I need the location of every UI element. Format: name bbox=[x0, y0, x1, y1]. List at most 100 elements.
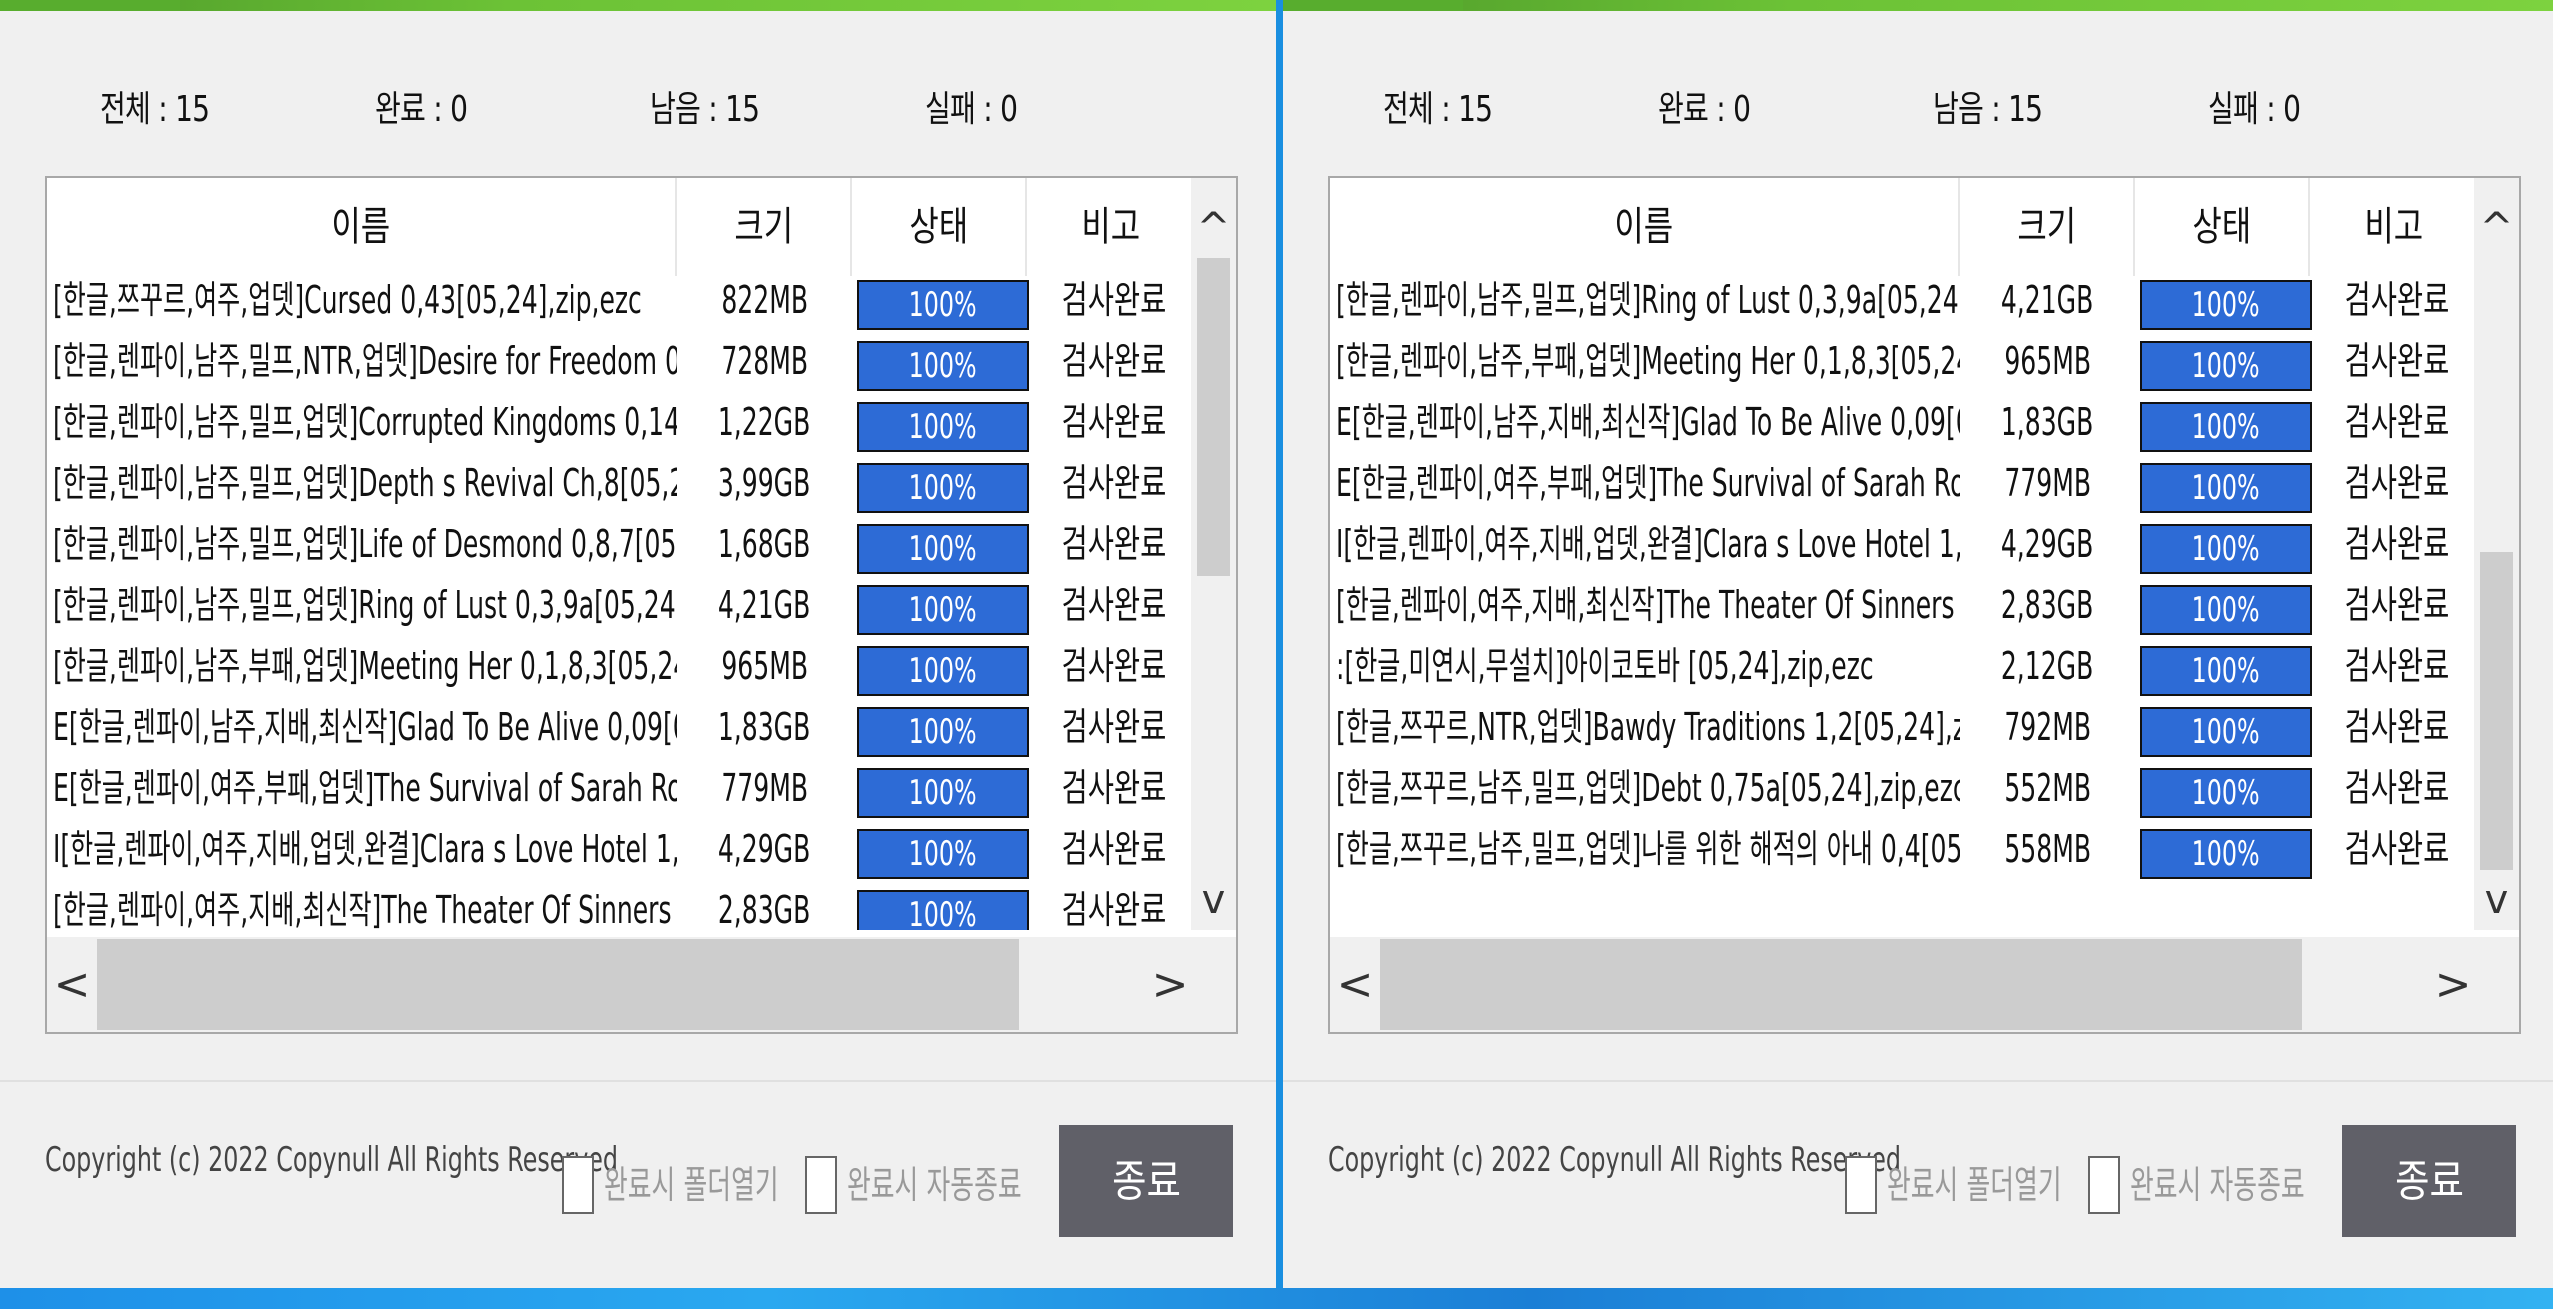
column-header-size[interactable]: 크기 bbox=[1960, 178, 2135, 276]
column-header-name[interactable]: 이름 bbox=[47, 178, 677, 276]
scroll-up-arrow-icon[interactable]: ^ bbox=[2474, 198, 2519, 258]
column-header-note[interactable]: 비고 bbox=[2310, 178, 2478, 276]
progress-percent: 100% bbox=[2191, 407, 2261, 447]
status-progress-bar: 100% bbox=[857, 585, 1029, 635]
scroll-up-arrow-icon[interactable]: ^ bbox=[1191, 198, 1236, 258]
table-row[interactable]: [한글,렌파이,남주,밀프,NTR,업뎃]Desire for Freedom … bbox=[47, 331, 1195, 392]
file-size-cell: 728MB bbox=[721, 339, 808, 383]
table-row[interactable]: E[한글,렌파이,남주,지배,최신작]Glad To Be Alive 0,09… bbox=[1330, 392, 2478, 453]
note-cell: 검사완료 bbox=[2344, 827, 2449, 871]
scroll-down-arrow-icon[interactable]: v bbox=[2474, 870, 2519, 930]
status-progress-bar: 100% bbox=[857, 341, 1029, 391]
horizontal-scrollbar[interactable]: < > bbox=[1330, 937, 2478, 1032]
horizontal-scroll-thumb[interactable] bbox=[1380, 939, 2303, 1030]
file-list[interactable]: 이름 크기 상태 비고 [한글,쯔꾸르,여주,업뎃]Cursed 0,43[05… bbox=[45, 176, 1238, 1034]
table-row[interactable]: I[한글,렌파이,여주,지배,업뎃,완결]Clara s Love Hotel … bbox=[47, 819, 1195, 880]
column-header-status[interactable]: 상태 bbox=[852, 178, 1027, 276]
progress-percent: 100% bbox=[908, 712, 978, 752]
checkbox-box[interactable] bbox=[805, 1156, 837, 1214]
file-size-cell: 4,29GB bbox=[2001, 522, 2094, 566]
scroll-left-arrow-icon[interactable]: < bbox=[47, 937, 97, 1032]
note-cell: 검사완료 bbox=[2344, 339, 2449, 383]
checkbox-box[interactable] bbox=[2088, 1156, 2120, 1214]
close-button[interactable]: 종료 bbox=[2342, 1125, 2516, 1237]
stat-complete: 완료 : 0 bbox=[375, 89, 468, 130]
table-row[interactable]: [한글,렌파이,남주,밀프,업뎃]Life of Desmond 0,8,7[0… bbox=[47, 514, 1195, 575]
vertical-scroll-thumb[interactable] bbox=[1197, 258, 1230, 577]
table-row[interactable]: [한글,쯔꾸르,NTR,업뎃]Bawdy Traditions 1,2[05,2… bbox=[1330, 697, 2478, 758]
file-size-cell: 4,21GB bbox=[2001, 278, 2094, 322]
horizontal-scroll-thumb[interactable] bbox=[97, 939, 1020, 1030]
table-row[interactable]: [한글,렌파이,남주,밀프,업뎃]Ring of Lust 0,3,9a[05,… bbox=[1330, 270, 2478, 331]
column-header-status[interactable]: 상태 bbox=[2135, 178, 2310, 276]
file-name-cell: [한글,쯔꾸르,남주,밀프,업뎃]Debt 0,75a[05,24],zip,e… bbox=[1336, 766, 1960, 810]
table-row[interactable]: [한글,렌파이,남주,부패,업뎃]Meeting Her 0,1,8,3[05,… bbox=[1330, 331, 2478, 392]
progress-percent: 100% bbox=[908, 285, 978, 325]
status-progress-bar: 100% bbox=[857, 402, 1029, 452]
vertical-scrollbar[interactable]: ^ v bbox=[2474, 178, 2519, 930]
list-header: 이름 크기 상태 비고 bbox=[1330, 178, 2478, 276]
table-row[interactable]: [한글,렌파이,남주,밀프,업뎃]Depth s Revival Ch,8[05… bbox=[47, 453, 1195, 514]
file-name-cell: [한글,쯔꾸르,여주,업뎃]Cursed 0,43[05,24],zip,ezc bbox=[53, 278, 642, 322]
file-name-cell: [한글,렌파이,남주,밀프,업뎃]Ring of Lust 0,3,9a[05,… bbox=[53, 583, 677, 627]
file-list[interactable]: 이름 크기 상태 비고 [한글,렌파이,남주,밀프,업뎃]Ring of Lus… bbox=[1328, 176, 2521, 1034]
table-row[interactable]: E[한글,렌파이,여주,부패,업뎃]The Survival of Sarah … bbox=[47, 758, 1195, 819]
table-row[interactable]: [한글,쯔꾸르,여주,업뎃]Cursed 0,43[05,24],zip,ezc… bbox=[47, 270, 1195, 331]
file-size-cell: 965MB bbox=[721, 644, 808, 688]
table-row[interactable]: [한글,쯔꾸르,남주,밀프,업뎃]Debt 0,75a[05,24],zip,e… bbox=[1330, 758, 2478, 819]
file-size-cell: 3,99GB bbox=[718, 461, 811, 505]
note-cell: 검사완료 bbox=[2344, 400, 2449, 444]
table-row[interactable]: [한글,렌파이,여주,지배,최신작]The Theater Of Sinners… bbox=[47, 880, 1195, 930]
table-row[interactable]: E[한글,렌파이,여주,부패,업뎃]The Survival of Sarah … bbox=[1330, 453, 2478, 514]
column-header-name[interactable]: 이름 bbox=[1330, 178, 1960, 276]
table-row[interactable]: [한글,렌파이,남주,밀프,업뎃]Ring of Lust 0,3,9a[05,… bbox=[47, 575, 1195, 636]
file-name-cell: [한글,렌파이,남주,부패,업뎃]Meeting Her 0,1,8,3[05,… bbox=[1336, 339, 1960, 383]
file-size-cell: 779MB bbox=[721, 766, 808, 810]
file-name-cell: E[한글,렌파이,남주,지배,최신작]Glad To Be Alive 0,09… bbox=[1336, 400, 1960, 444]
vertical-scroll-thumb[interactable] bbox=[2480, 551, 2513, 870]
progress-percent: 100% bbox=[2191, 529, 2261, 569]
status-progress-bar: 100% bbox=[2140, 585, 2312, 635]
progress-percent: 100% bbox=[908, 590, 978, 630]
note-cell: 검사완료 bbox=[2344, 522, 2449, 566]
progress-percent: 100% bbox=[908, 346, 978, 386]
scroll-down-arrow-icon[interactable]: v bbox=[1191, 870, 1236, 930]
status-progress-bar: 100% bbox=[2140, 402, 2312, 452]
file-name-cell: [한글,렌파이,여주,지배,최신작]The Theater Of Sinners… bbox=[53, 888, 677, 930]
table-row[interactable]: [한글,렌파이,남주,부패,업뎃]Meeting Her 0,1,8,3[05,… bbox=[47, 636, 1195, 697]
file-name-cell: [한글,쯔꾸르,NTR,업뎃]Bawdy Traditions 1,2[05,2… bbox=[1336, 705, 1960, 749]
table-row[interactable]: E[한글,렌파이,남주,지배,최신작]Glad To Be Alive 0,09… bbox=[47, 697, 1195, 758]
stat-complete: 완료 : 0 bbox=[1658, 89, 1751, 130]
table-row[interactable]: :[한글,미연시,무설치]아이코토바 [05,24],zip,ezc 2,12GB… bbox=[1330, 636, 2478, 697]
checkbox-box[interactable] bbox=[1845, 1156, 1877, 1214]
note-cell: 검사완료 bbox=[1061, 644, 1166, 688]
file-size-cell: 558MB bbox=[2004, 827, 2091, 871]
column-header-note[interactable]: 비고 bbox=[1027, 178, 1195, 276]
status-progress-bar: 100% bbox=[2140, 524, 2312, 574]
close-button[interactable]: 종료 bbox=[1059, 1125, 1233, 1237]
vertical-scrollbar[interactable]: ^ v bbox=[1191, 178, 1236, 930]
file-name-cell: :[한글,미연시,무설치]아이코토바 [05,24],zip,ezc bbox=[1336, 644, 1874, 688]
status-progress-bar: 100% bbox=[2140, 829, 2312, 879]
scroll-right-arrow-icon[interactable]: > bbox=[2428, 937, 2478, 1032]
table-row[interactable]: [한글,렌파이,남주,밀프,업뎃]Corrupted Kingdoms 0,14… bbox=[47, 392, 1195, 453]
file-size-cell: 792MB bbox=[2004, 705, 2091, 749]
stats-bar: 전체 : 15 완료 : 0 남음 : 15 실패 : 0 bbox=[0, 80, 1276, 150]
progress-percent: 100% bbox=[908, 651, 978, 691]
stat-failed: 실패 : 0 bbox=[2208, 89, 2301, 130]
checkbox-box[interactable] bbox=[562, 1156, 594, 1214]
scroll-right-arrow-icon[interactable]: > bbox=[1145, 937, 1195, 1032]
stat-remaining: 남음 : 15 bbox=[1933, 89, 2043, 130]
note-cell: 검사완료 bbox=[2344, 766, 2449, 810]
table-row[interactable]: [한글,렌파이,여주,지배,최신작]The Theater Of Sinners… bbox=[1330, 575, 2478, 636]
table-row[interactable]: I[한글,렌파이,여주,지배,업뎃,완결]Clara s Love Hotel … bbox=[1330, 514, 2478, 575]
file-name-cell: I[한글,렌파이,여주,지배,업뎃,완결]Clara s Love Hotel … bbox=[1336, 522, 1960, 566]
status-progress-bar: 100% bbox=[2140, 463, 2312, 513]
status-progress-bar: 100% bbox=[857, 829, 1029, 879]
scroll-corner bbox=[1191, 937, 1236, 1032]
table-row[interactable]: [한글,쯔꾸르,남주,밀프,업뎃]나를 위한 해적의 아내 0,4[05, 558… bbox=[1330, 819, 2478, 880]
horizontal-scrollbar[interactable]: < > bbox=[47, 937, 1195, 1032]
scroll-left-arrow-icon[interactable]: < bbox=[1330, 937, 1380, 1032]
status-progress-bar: 100% bbox=[857, 646, 1029, 696]
column-header-size[interactable]: 크기 bbox=[677, 178, 852, 276]
